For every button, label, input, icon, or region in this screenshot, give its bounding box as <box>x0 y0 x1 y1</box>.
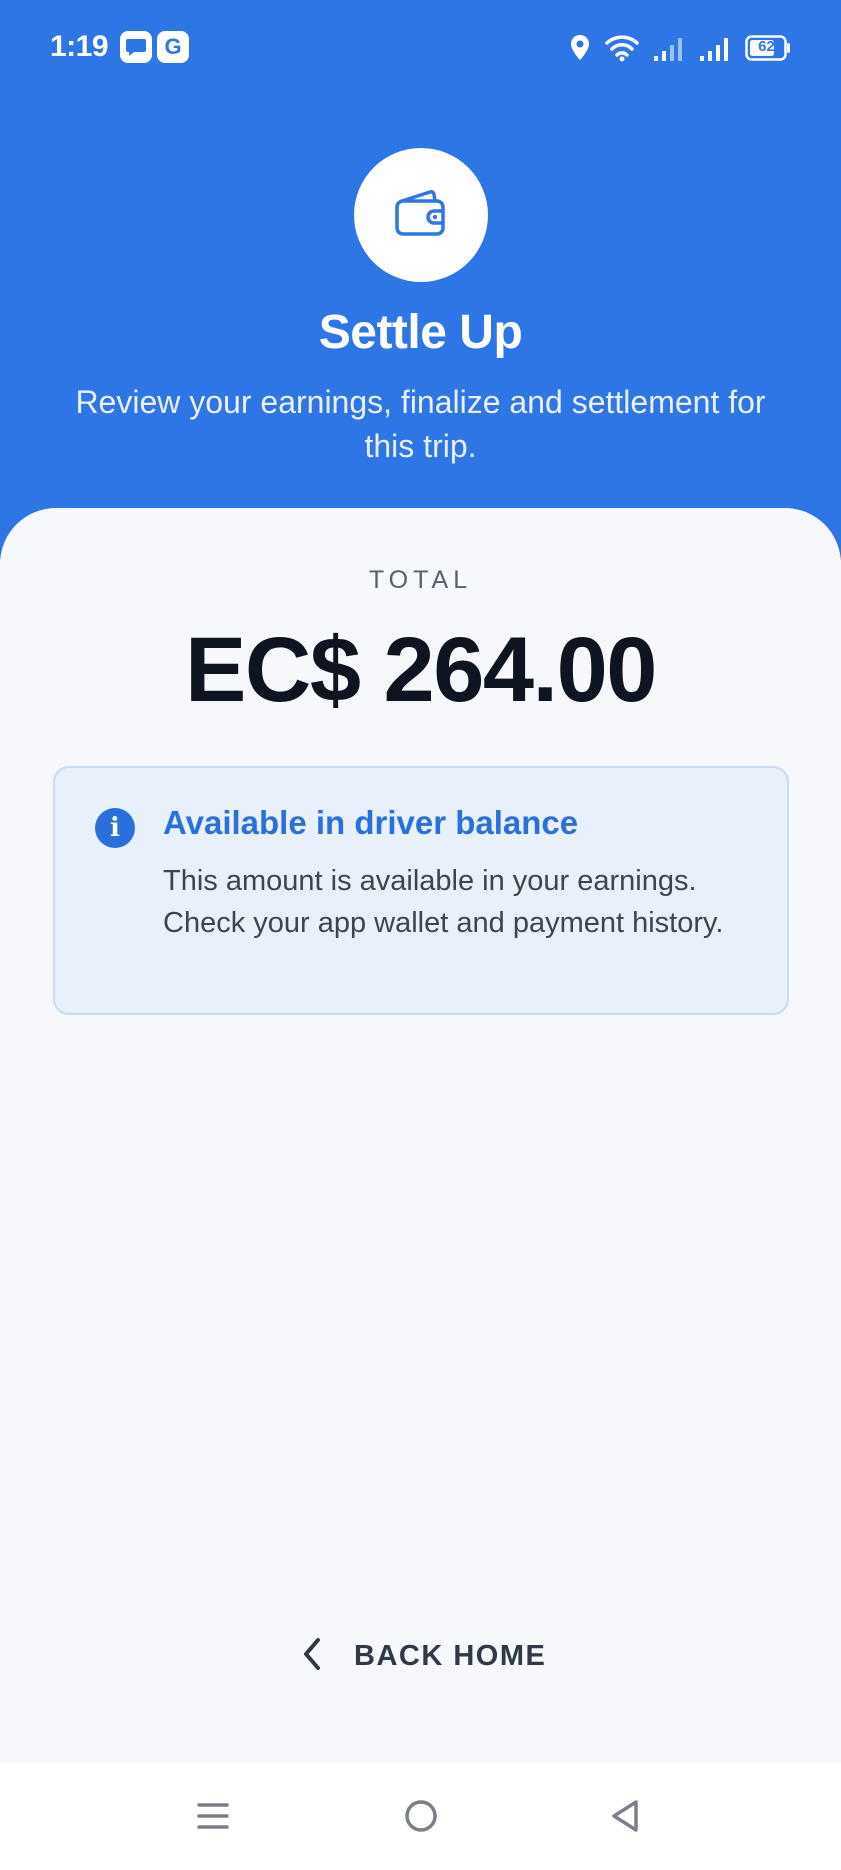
g-icon: G <box>157 31 189 63</box>
back-icon <box>609 1799 641 1838</box>
status-bar: 1:19 G 62 <box>0 0 841 96</box>
signal-icon-2 <box>699 34 731 62</box>
battery-icon: 62 <box>745 35 791 61</box>
back-home-label: BACK HOME <box>354 1639 547 1672</box>
battery-level: 62 <box>758 38 775 55</box>
notice-title: Available in driver balance <box>163 804 579 841</box>
info-icon: i <box>95 808 135 848</box>
back-home-button[interactable]: BACK HOME <box>300 1628 560 1684</box>
home-icon <box>404 1799 438 1838</box>
menu-button[interactable] <box>188 1793 238 1843</box>
menu-icon <box>197 1800 229 1837</box>
location-icon <box>569 34 591 62</box>
total-amount: EC$ 264.00 <box>185 619 657 721</box>
status-indicators: 62 <box>569 30 791 66</box>
notice-body: This amount is available in your earning… <box>163 865 724 939</box>
page-title: Settle Up <box>318 306 523 359</box>
wallet-icon-badge <box>354 148 488 282</box>
signal-icon-1 <box>653 34 685 62</box>
total-label: TOTAL <box>368 566 473 594</box>
message-icon <box>120 31 152 63</box>
header-banner: 1:19 G 62 Settle Up Review your earnings… <box>0 0 841 560</box>
back-button[interactable] <box>600 1793 650 1843</box>
driver-balance-notice: i Available in driver balance This amoun… <box>53 766 789 1015</box>
status-time: 1:19 <box>50 30 109 63</box>
wallet-icon <box>392 187 450 244</box>
home-button[interactable] <box>396 1793 446 1843</box>
system-navigation-bar <box>0 1763 841 1870</box>
page-subtitle: Review your earnings, finalize and settl… <box>75 384 766 464</box>
chevron-left-icon <box>300 1636 324 1677</box>
wifi-icon <box>605 34 639 62</box>
